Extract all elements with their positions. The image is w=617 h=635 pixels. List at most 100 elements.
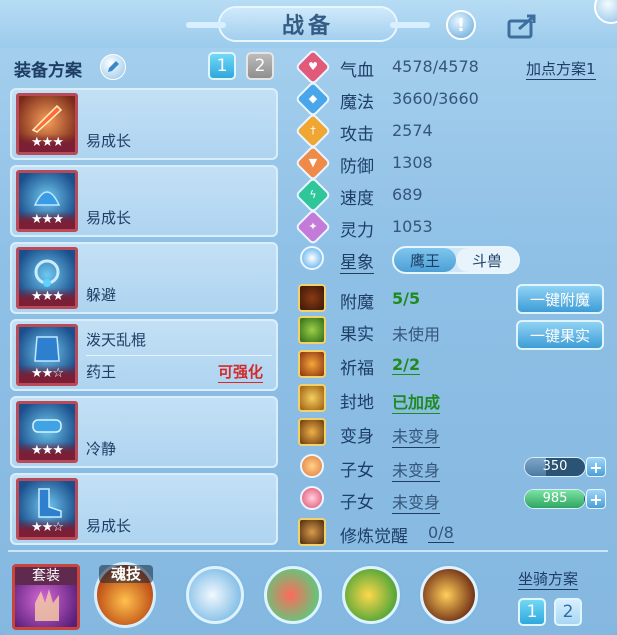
star-rating: ★★★ xyxy=(19,288,75,306)
soul-skill-slot[interactable]: 魂技 xyxy=(94,562,156,628)
sword-icon: † xyxy=(294,112,332,150)
belt-icon: ★★★ xyxy=(16,401,78,463)
transform-icon xyxy=(298,418,326,446)
battle-prep-panel: 战备 ! 装备方案 1 2 ★★★ 易成长 ★★★ 易成长 ★★★ 躲避 ★★☆… xyxy=(0,0,617,635)
star-sign-toggle[interactable]: 鹰王 斗兽 xyxy=(392,246,520,274)
mount-scheme-button-1[interactable]: 1 xyxy=(518,598,546,626)
equipment-list: ★★★ 易成长 ★★★ 易成长 ★★★ 躲避 ★★☆ 泼天乱棍 药王 可强化 ★… xyxy=(10,88,278,550)
child-value[interactable]: 未变身 xyxy=(392,489,441,514)
stat-row-defense: ▼ 防御 1308 xyxy=(294,144,612,182)
equipment-slot-belt[interactable]: ★★★ 冷静 xyxy=(10,396,278,468)
enchant-value: 5/5 xyxy=(392,289,421,308)
divider xyxy=(86,355,272,356)
cultivation-icon xyxy=(298,518,326,546)
equipment-name: 易成长 xyxy=(86,132,132,150)
star-rating: ★★☆ xyxy=(19,519,75,537)
add-point-scheme-link[interactable]: 加点方案1 xyxy=(526,58,596,80)
close-button[interactable] xyxy=(594,0,617,24)
stat-row-hp: ♥ 气血 4578/4578 加点方案1 xyxy=(294,48,612,86)
transform-value[interactable]: 未变身 xyxy=(392,423,441,448)
speed-icon: ϟ xyxy=(294,176,332,214)
equipment-scheme-label: 装备方案 xyxy=(14,61,82,81)
stat-row-spirit: ✦ 灵力 1053 xyxy=(294,208,612,246)
fruit-value: 未使用 xyxy=(392,325,441,344)
star-sign-icon xyxy=(300,246,324,270)
scheme-button-1[interactable]: 1 xyxy=(208,52,236,80)
scheme-button-2[interactable]: 2 xyxy=(246,52,274,80)
transform-label: 变身 xyxy=(340,427,374,447)
spirit-icon: ✦ xyxy=(294,208,332,246)
set-slot[interactable]: 套装 xyxy=(12,564,80,630)
equipment-name: 泼天乱棍 xyxy=(86,331,147,349)
equipment-name: 冷静 xyxy=(86,440,117,458)
enchant-label: 附魔 xyxy=(340,293,374,313)
equipment-slot-weapon[interactable]: ★★★ 易成长 xyxy=(10,88,278,160)
strengthen-link[interactable]: 可强化 xyxy=(218,361,264,383)
equipment-slot-necklace[interactable]: ★★★ 躲避 xyxy=(10,242,278,314)
set-label: 套装 xyxy=(15,567,77,585)
one-click-enchant-button[interactable]: 一键附魔 xyxy=(516,284,604,314)
stat-value: 689 xyxy=(392,185,423,204)
add-child-points-button[interactable]: + xyxy=(586,457,606,477)
stat-label: 攻击 xyxy=(340,125,374,145)
enchant-icon xyxy=(298,284,326,312)
pencil-icon xyxy=(108,61,119,72)
fief-value[interactable]: 已加成 xyxy=(392,389,441,414)
star-sign-row: 星象 鹰王 斗兽 xyxy=(296,244,612,274)
bless-row: 祈福 2/2 xyxy=(296,350,612,380)
star-sign-label[interactable]: 星象 xyxy=(340,248,374,274)
progress-text: 350 xyxy=(542,459,568,474)
equipment-slot-helmet[interactable]: ★★★ 易成长 xyxy=(10,165,278,237)
skill-orb-4[interactable] xyxy=(420,566,478,624)
child-value[interactable]: 未变身 xyxy=(392,457,441,482)
star-option-beast[interactable]: 斗兽 xyxy=(456,248,518,272)
hand-icon xyxy=(35,589,59,621)
edit-scheme-button[interactable] xyxy=(100,54,126,80)
divider xyxy=(8,550,608,552)
star-rating: ★★☆ xyxy=(19,365,75,383)
skill-orb-2[interactable] xyxy=(264,566,322,624)
bless-label: 祈福 xyxy=(340,359,374,379)
heart-icon: ♥ xyxy=(294,48,332,86)
star-option-eagle[interactable]: 鹰王 xyxy=(394,248,456,272)
cultivation-value[interactable]: 0/8 xyxy=(428,523,454,543)
child-label: 子女 xyxy=(340,461,374,481)
mount-scheme-button-2[interactable]: 2 xyxy=(554,598,582,626)
child-label: 子女 xyxy=(340,493,374,513)
stat-label: 气血 xyxy=(340,61,374,81)
equipment-slot-boots[interactable]: ★★☆ 易成长 xyxy=(10,473,278,545)
equipment-slot-armor[interactable]: ★★☆ 泼天乱棍 药王 可强化 xyxy=(10,319,278,391)
fruit-icon xyxy=(298,316,326,344)
mana-icon: ◆ xyxy=(294,80,332,118)
bottom-bar: 套装 魂技 坐骑方案 1 2 xyxy=(0,556,617,635)
stat-value: 4578/4578 xyxy=(392,57,479,76)
stat-row-mp: ◆ 魔法 3660/3660 xyxy=(294,80,612,118)
stat-label: 速度 xyxy=(340,189,374,209)
mount-scheme-label[interactable]: 坐骑方案 xyxy=(518,568,579,590)
cultivation-label: 修炼觉醒 xyxy=(340,527,408,547)
bless-value[interactable]: 2/2 xyxy=(392,355,421,375)
header-bar: 战备 ! xyxy=(0,0,617,48)
skill-orb-3[interactable] xyxy=(342,566,400,624)
armor-icon: ★★☆ xyxy=(16,324,78,386)
one-click-fruit-button[interactable]: 一键果实 xyxy=(516,320,604,350)
necklace-icon: ★★★ xyxy=(16,247,78,309)
help-button[interactable]: ! xyxy=(446,10,476,40)
stat-label: 灵力 xyxy=(340,221,374,241)
fief-row: 封地 已加成 xyxy=(296,384,612,414)
share-icon xyxy=(507,14,536,39)
fruit-label: 果实 xyxy=(340,325,374,345)
share-button[interactable] xyxy=(506,12,540,40)
child-row-2: 子女 未变身 985 + xyxy=(296,484,612,514)
star-rating: ★★★ xyxy=(19,134,75,152)
equipment-name: 躲避 xyxy=(86,286,117,304)
cultivation-row: 修炼觉醒 0/8 xyxy=(296,518,612,548)
skill-orb-1[interactable] xyxy=(186,566,244,624)
fruit-row: 果实 未使用 一键果实 xyxy=(296,316,612,350)
stat-label: 防御 xyxy=(340,157,374,177)
transform-row: 变身 未变身 xyxy=(296,418,612,448)
star-rating: ★★★ xyxy=(19,211,75,229)
equipment-subname: 药王 xyxy=(86,363,117,381)
child-icon xyxy=(300,454,324,478)
add-child-points-button[interactable]: + xyxy=(586,489,606,509)
